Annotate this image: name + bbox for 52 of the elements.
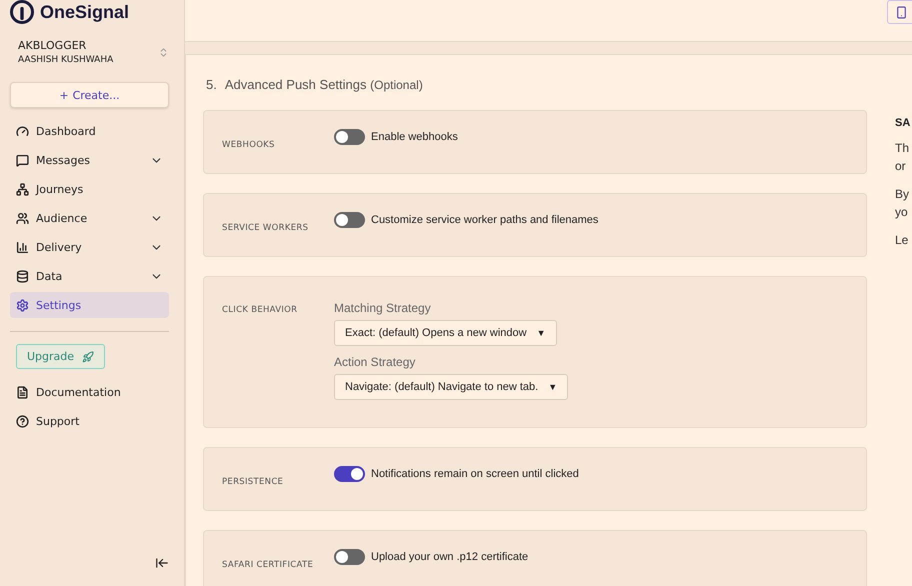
panel-text: By <box>895 186 910 203</box>
phone-icon <box>894 6 908 18</box>
toggle-label: Notifications remain on screen until clicked <box>371 468 579 480</box>
setting-label: SERVICE WORKERS <box>222 223 310 233</box>
setting-label: PERSISTENCE <box>222 477 284 487</box>
dropdown[interactable]: Exact: (default) Opens a new window ▼ <box>334 320 557 346</box>
gauge-icon <box>16 124 29 138</box>
chat-icon <box>16 154 29 166</box>
toggle-label: Upload your own .p12 certificate <box>371 551 528 563</box>
user-name: AASHISH KUSHWAHA <box>18 55 114 65</box>
setting-label: WEBHOOKS <box>222 140 276 150</box>
nav-link[interactable]: Documentation <box>10 379 169 405</box>
nav-item[interactable]: Messages <box>10 147 169 173</box>
toggle-switch[interactable] <box>334 212 365 228</box>
toggle-switch[interactable] <box>334 129 365 145</box>
help-icon <box>16 414 29 428</box>
nav-item[interactable]: Settings <box>10 292 169 318</box>
toggle-label: Customize service worker paths and filenames <box>371 214 598 226</box>
nav-item[interactable]: Delivery <box>10 234 169 260</box>
phone-button[interactable] <box>887 0 912 24</box>
switcher-icon[interactable] <box>158 46 169 58</box>
database-icon <box>16 270 29 282</box>
flow-icon <box>16 182 29 196</box>
toggle-switch[interactable] <box>334 549 365 565</box>
nav-item[interactable]: Audience <box>10 205 169 231</box>
create-button[interactable]: + Create... <box>10 82 169 108</box>
panel-text: or <box>895 158 906 175</box>
brand-name: OneSignal <box>40 2 130 22</box>
rocket-icon <box>82 350 94 362</box>
settings-icon <box>16 298 29 312</box>
users-icon <box>16 212 29 224</box>
document-icon <box>16 386 29 398</box>
collapse-icon[interactable] <box>155 556 169 570</box>
nav-item[interactable]: Dashboard <box>10 118 169 144</box>
dropdown[interactable]: Navigate: (default) Navigate to new tab. ▼ <box>334 374 568 400</box>
nav-item[interactable]: Journeys <box>10 176 169 202</box>
field-label: Matching Strategy <box>334 301 432 315</box>
nav-link[interactable]: Support <box>10 408 169 434</box>
setting-label: CLICK BEHAVIOR <box>222 305 298 315</box>
panel-title: SA <box>895 117 910 129</box>
toggle-switch[interactable] <box>334 466 365 482</box>
setting-label: SAFARI CERTIFICATE <box>222 560 314 570</box>
logo-icon <box>10 0 34 24</box>
bar-chart-icon <box>16 240 29 254</box>
nav-item[interactable]: Data <box>10 263 169 289</box>
toggle-label: Enable webhooks <box>371 131 458 143</box>
panel-text: Le <box>895 232 908 249</box>
field-label: Action Strategy <box>334 355 416 369</box>
org-name: AKBLOGGER <box>18 39 88 52</box>
panel-text: Th <box>895 140 910 157</box>
section-title: 5. Advanced Push Settings (Optional) <box>206 77 424 92</box>
panel-text: yo <box>895 204 908 221</box>
